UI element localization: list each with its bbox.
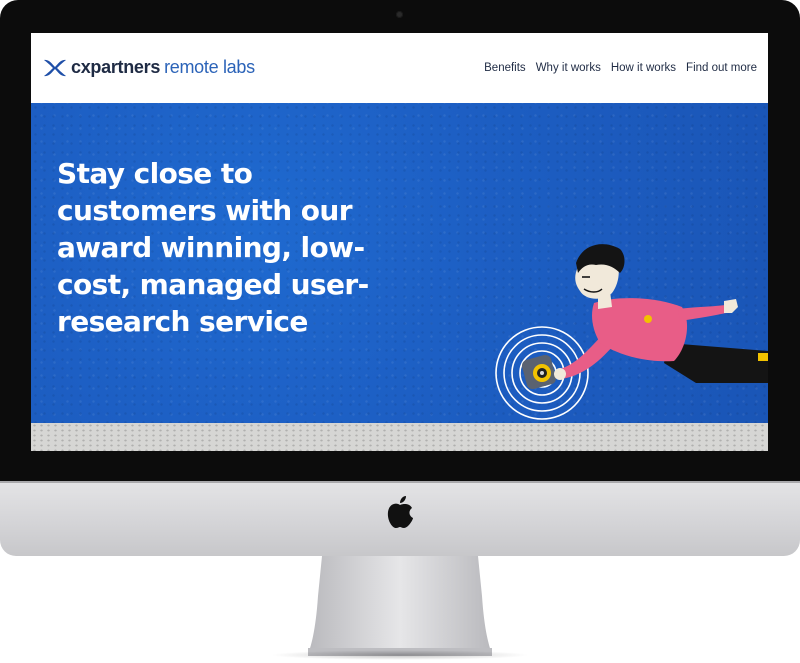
- site-header: cxpartners remote labs Benefits Why it w…: [31, 33, 768, 103]
- ground-strip: [31, 423, 768, 451]
- monitor-stand: [308, 556, 492, 656]
- nav-how-it-works[interactable]: How it works: [611, 62, 676, 74]
- camera-icon: [396, 11, 403, 18]
- nav-why-it-works[interactable]: Why it works: [536, 62, 601, 74]
- person-with-camera-illustration: [495, 244, 768, 420]
- monitor-bezel: cxpartners remote labs Benefits Why it w…: [0, 0, 800, 481]
- camera-device: [521, 354, 557, 390]
- brand-name: cxpartners: [71, 57, 161, 77]
- nav-find-out-more[interactable]: Find out more: [686, 62, 757, 74]
- main-nav: Benefits Why it works How it works Find …: [484, 62, 757, 74]
- cx-logo-icon: [44, 59, 66, 76]
- chin-edge: [0, 481, 800, 483]
- site-logo[interactable]: cxpartners remote labs: [43, 57, 255, 78]
- ground-texture: [31, 423, 768, 451]
- hero-headline: Stay close to customers with our award w…: [57, 157, 369, 338]
- stand-shadow: [270, 650, 530, 660]
- nav-benefits[interactable]: Benefits: [484, 62, 526, 74]
- monitor-screen: cxpartners remote labs Benefits Why it w…: [31, 33, 768, 451]
- apple-icon: [387, 496, 413, 528]
- brand-subtitle: remote labs: [164, 57, 255, 77]
- hero-section: Stay close to customers with our award w…: [31, 103, 768, 423]
